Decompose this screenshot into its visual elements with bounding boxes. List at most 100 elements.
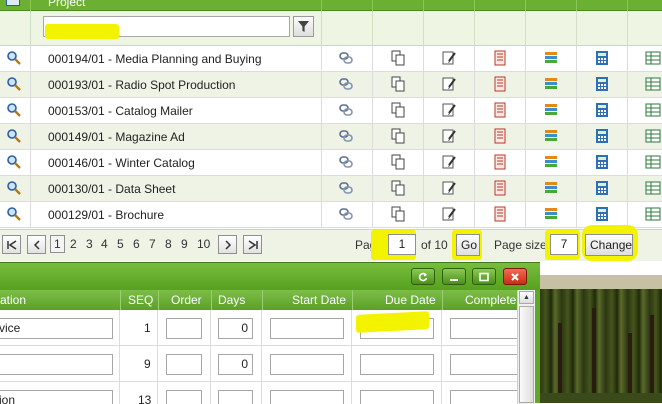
report-icon[interactable] [492,180,508,196]
page-link-6[interactable]: 6 [133,237,140,251]
table-row[interactable]: 000149/01 - Magazine Ad [0,124,662,150]
page-link-7[interactable]: 7 [149,237,156,251]
edit-document-icon[interactable] [441,76,457,92]
project-name[interactable]: 000146/01 - Winter Catalog [48,156,195,170]
grid-icon[interactable] [645,180,661,196]
project-name[interactable]: 000153/01 - Catalog Mailer [48,104,193,118]
search-icon[interactable] [6,180,22,196]
copy-icon[interactable] [390,154,406,170]
table-row[interactable]: 000153/01 - Catalog Mailer [0,98,662,124]
edit-document-icon[interactable] [441,50,457,66]
stack-icon[interactable] [543,102,559,118]
last-page-button[interactable] [243,235,262,254]
report-icon[interactable] [492,128,508,144]
copy-icon[interactable] [390,128,406,144]
col-start-date[interactable]: Start Date [292,293,346,307]
stack-icon[interactable] [543,76,559,92]
copy-icon[interactable] [390,76,406,92]
project-name[interactable]: 000130/01 - Data Sheet [48,182,175,196]
grid-icon[interactable] [645,154,661,170]
table-row[interactable]: 000194/01 - Media Planning and Buying [0,46,662,72]
stack-icon[interactable] [543,206,559,222]
complete-input[interactable] [450,354,518,375]
description-input[interactable]: ion [0,390,113,404]
search-icon[interactable] [6,76,22,92]
page-link-5[interactable]: 5 [117,237,124,251]
prev-page-button[interactable] [27,235,46,254]
search-icon[interactable] [6,50,22,66]
report-icon[interactable] [492,102,508,118]
change-button[interactable]: Change [585,234,633,256]
project-name[interactable]: 000129/01 - Brochure [48,208,164,222]
days-input[interactable]: 0 [218,318,253,339]
grid-icon[interactable] [645,102,661,118]
col-due-date[interactable]: Due Date [385,293,436,307]
grid-icon[interactable] [645,128,661,144]
search-icon[interactable] [6,206,22,222]
scroll-thumb[interactable] [519,306,534,403]
start-date-input[interactable] [270,390,344,404]
order-input[interactable] [166,390,202,404]
grid-icon[interactable] [645,206,661,222]
search-icon[interactable] [6,128,22,144]
go-button[interactable]: Go [456,234,480,256]
link-icon[interactable] [338,102,354,118]
report-icon[interactable] [492,206,508,222]
page-link-2[interactable]: 2 [70,237,77,251]
refresh-button[interactable] [411,268,435,285]
table-row[interactable]: 000146/01 - Winter Catalog [0,150,662,176]
start-date-input[interactable] [270,318,344,339]
report-icon[interactable] [492,50,508,66]
description-input[interactable]: vice [0,318,113,339]
table-row[interactable]: 000193/01 - Radio Spot Production [0,72,662,98]
copy-icon[interactable] [390,206,406,222]
link-icon[interactable] [338,128,354,144]
dialog-titlebar[interactable] [0,263,540,290]
close-button[interactable] [503,268,527,285]
search-icon[interactable] [6,154,22,170]
page-link-9[interactable]: 9 [181,237,188,251]
project-name[interactable]: 000149/01 - Magazine Ad [48,130,185,144]
stack-icon[interactable] [543,154,559,170]
complete-input[interactable] [450,318,518,339]
grid-icon[interactable] [645,50,661,66]
description-input[interactable] [0,354,113,375]
first-page-button[interactable] [2,235,21,254]
copy-icon[interactable] [390,50,406,66]
page-link-3[interactable]: 3 [86,237,93,251]
link-icon[interactable] [338,154,354,170]
page-link-10[interactable]: 10 [197,237,210,251]
report-icon[interactable] [492,154,508,170]
report-icon[interactable] [492,76,508,92]
dialog-vertical-scrollbar[interactable]: ▲ [517,290,535,404]
stack-icon[interactable] [543,180,559,196]
filter-button[interactable] [293,16,314,37]
order-input[interactable] [166,354,202,375]
copy-icon[interactable] [390,102,406,118]
link-icon[interactable] [338,206,354,222]
search-icon[interactable] [6,102,22,118]
grid-menu-icon[interactable] [6,0,20,6]
col-order[interactable]: Order [171,293,202,307]
edit-document-icon[interactable] [441,128,457,144]
col-complete[interactable]: Complete [465,293,516,307]
project-name[interactable]: 000193/01 - Radio Spot Production [48,78,235,92]
table-row[interactable]: 000130/01 - Data Sheet [0,176,662,202]
edit-document-icon[interactable] [441,102,457,118]
calculator-icon[interactable] [594,50,610,66]
link-icon[interactable] [338,180,354,196]
edit-document-icon[interactable] [441,180,457,196]
col-description[interactable]: ation [0,293,26,307]
copy-icon[interactable] [390,180,406,196]
due-date-input[interactable] [360,354,434,375]
project-name[interactable]: 000194/01 - Media Planning and Buying [48,52,262,66]
link-icon[interactable] [338,50,354,66]
page-link-1[interactable]: 1 [50,235,65,253]
maximize-button[interactable] [472,268,496,285]
calculator-icon[interactable] [594,206,610,222]
edit-document-icon[interactable] [441,154,457,170]
days-input[interactable] [218,390,253,404]
calculator-icon[interactable] [594,180,610,196]
stack-icon[interactable] [543,128,559,144]
link-icon[interactable] [338,76,354,92]
